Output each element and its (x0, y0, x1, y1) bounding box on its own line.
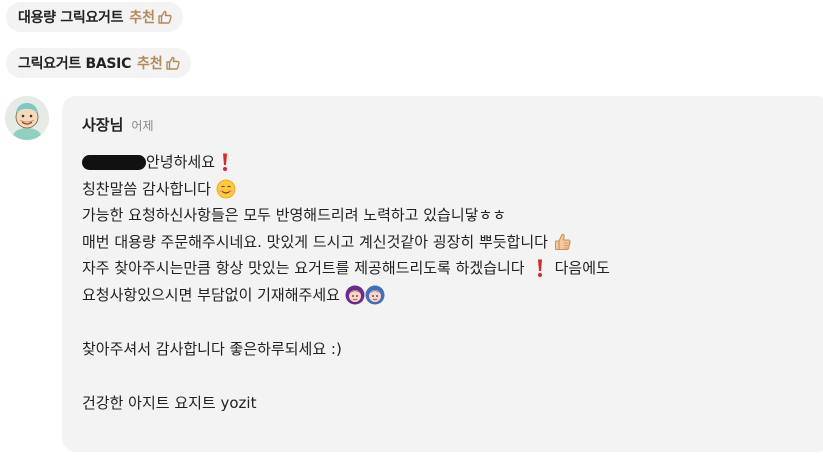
reply-line: 매번 대용량 주문해주시네요. 맛있게 드시고 계신것같아 굉장히 뿌듯합니다 (82, 229, 812, 256)
recommend-badge: 추천 (129, 7, 173, 27)
owner-reply: 사장님 어제 안녕하세요 칭찬말씀 감사합니다 가능한 요청하신사항들은 모두 … (62, 96, 823, 452)
menu-chip-greek-yogurt-basic: 그릭요거트 BASIC 추천 (6, 48, 191, 78)
reply-header: 사장님 어제 (82, 114, 154, 135)
red-exclamation-icon (535, 258, 545, 278)
reply-line-text: 건강한 아지트 요지트 yozit (82, 393, 257, 412)
thumbs-up-outline-icon (165, 55, 181, 71)
chip-menu-name: 대용량 그릭요거트 (18, 10, 124, 26)
two-girls-emoji-icon (345, 284, 385, 306)
redacted-name (82, 154, 146, 170)
owner-avatar (5, 96, 49, 140)
smiling-face-icon (216, 179, 236, 199)
recommend-badge: 추천 (137, 53, 181, 73)
recommend-label: 추천 (129, 10, 155, 26)
reply-line: 건강한 아지트 요지트 yozit (82, 390, 812, 417)
reply-body: 안녕하세요 칭찬말씀 감사합니다 가능한 요청하신사항들은 모두 반영해드리려 … (82, 149, 812, 416)
thumbs-up-emoji-icon (553, 232, 573, 252)
reply-line-text: 다음에도 (554, 259, 610, 277)
reply-line: 칭찬말씀 감사합니다 (82, 176, 812, 203)
reply-line-text: 자주 찾아주시는만큼 항상 맛있는 요거트를 제공해드리도록 하겠습니다 (82, 259, 525, 277)
reply-time: 어제 (131, 119, 154, 133)
reply-line-text: 안녕하세요 (146, 153, 216, 171)
chip-menu-name: 그릭요거트 BASIC (18, 56, 132, 72)
red-exclamation-icon (220, 152, 230, 172)
reply-line: 찾아주셔서 감사합니다 좋은하루되세요 :) (82, 336, 812, 363)
reply-line: 안녕하세요 (82, 149, 812, 176)
reply-line-text: 찾아주셔서 감사합니다 좋은하루되세요 :) (82, 339, 342, 358)
menu-chip-greek-yogurt-large: 대용량 그릭요거트 추천 (6, 2, 183, 32)
reply-line: 요청사항있으시면 부담없이 기재해주세요 (82, 282, 812, 309)
reply-line-text: 가능한 요청하신사항들은 모두 반영해드리려 노력하고 있습니닿ㅎㅎ (82, 206, 507, 224)
recommend-label: 추천 (137, 56, 163, 72)
reply-line-text: 매번 대용량 주문해주시네요. 맛있게 드시고 계신것같아 굉장히 뿌듯합니다 (82, 232, 548, 251)
reply-author: 사장님 (82, 116, 124, 134)
reply-line-text: 칭찬말씀 감사합니다 (82, 179, 211, 198)
reply-line: 자주 찾아주시는만큼 항상 맛있는 요거트를 제공해드리도록 하겠습니다 다음에… (82, 255, 812, 282)
thumbs-up-outline-icon (157, 9, 173, 25)
reply-line: 가능한 요청하신사항들은 모두 반영해드리려 노력하고 있습니닿ㅎㅎ (82, 202, 812, 229)
reply-line-text: 요청사항있으시면 부담없이 기재해주세요 (82, 285, 340, 304)
